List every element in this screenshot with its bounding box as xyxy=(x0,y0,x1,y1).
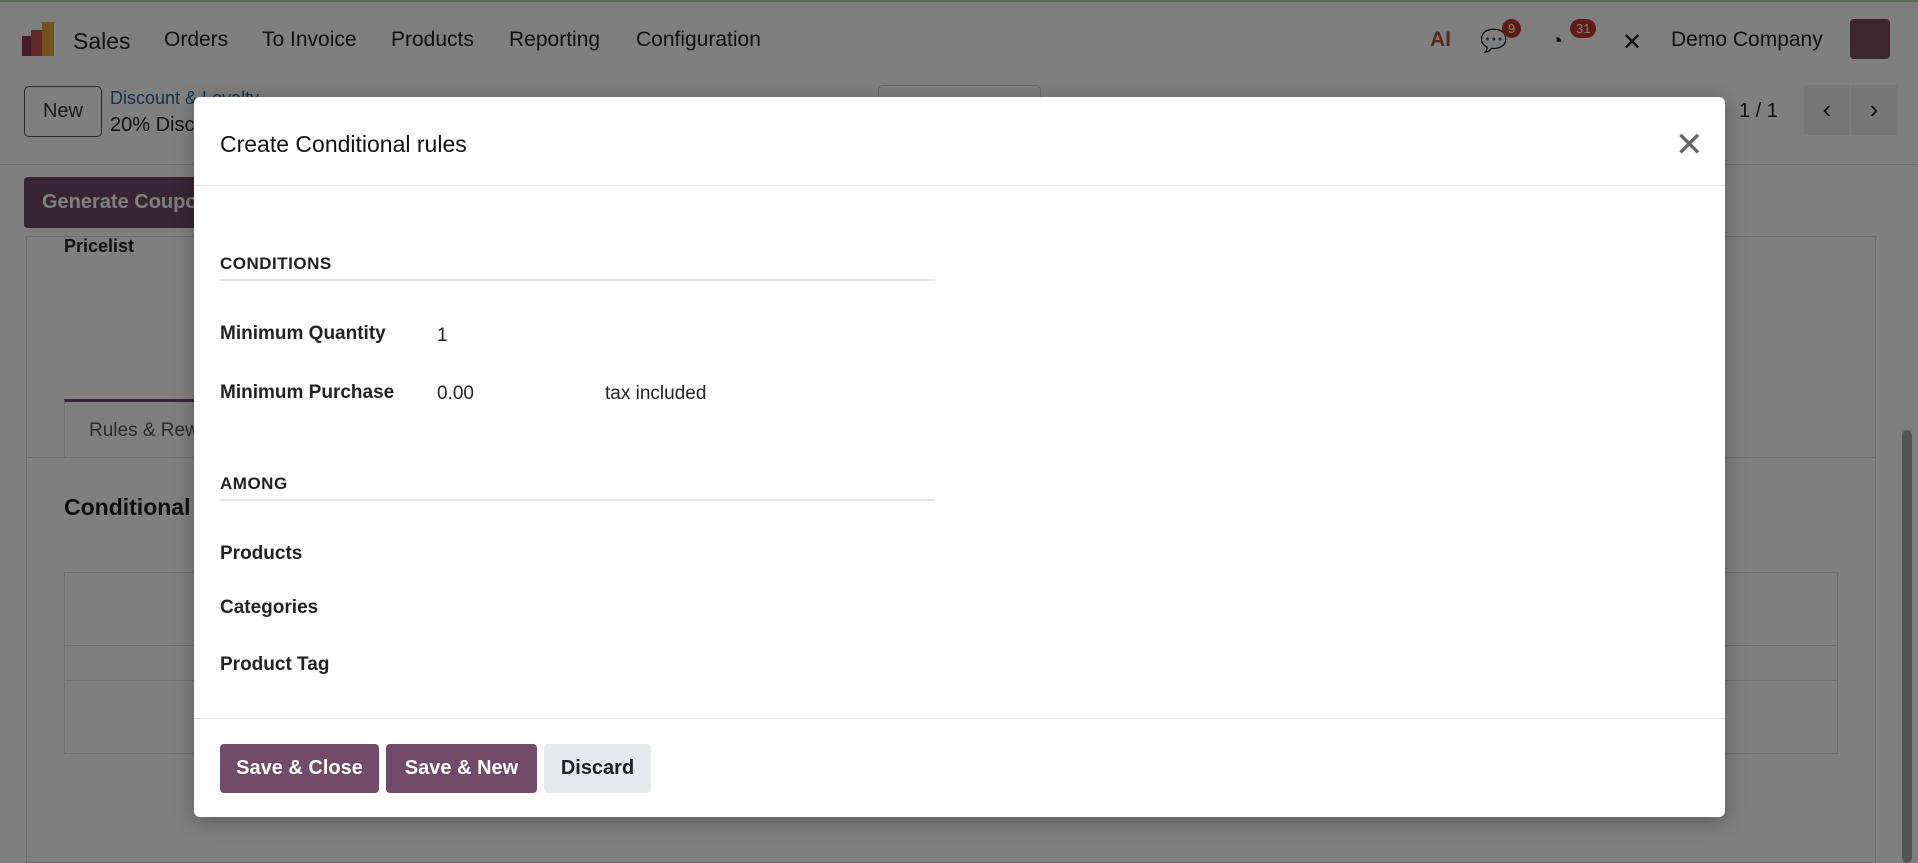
discard-button[interactable]: Discard xyxy=(544,744,651,793)
dialog-footer-divider xyxy=(194,718,1725,719)
product-tag-input[interactable] xyxy=(437,648,927,682)
min-purchase-input[interactable]: 0.00 xyxy=(437,383,474,405)
conditions-heading: CONDITIONS xyxy=(220,254,935,281)
save-new-button[interactable]: Save & New xyxy=(386,744,537,793)
min-qty-label: Minimum Quantity xyxy=(220,323,386,344)
products-input[interactable] xyxy=(437,537,927,571)
among-heading: AMONG xyxy=(220,474,935,501)
close-icon[interactable]: ✕ xyxy=(1675,125,1704,165)
min-qty-input[interactable]: 1 xyxy=(437,325,448,347)
products-label: Products xyxy=(220,543,303,564)
categories-input[interactable] xyxy=(437,591,927,625)
tax-mode-select[interactable]: tax included xyxy=(605,383,706,405)
dialog-title: Create Conditional rules xyxy=(220,131,467,157)
categories-label: Categories xyxy=(220,597,319,618)
min-purchase-label: Minimum Purchase xyxy=(220,382,395,403)
save-close-button[interactable]: Save & Close xyxy=(220,744,379,793)
product-tag-label: Product Tag xyxy=(220,654,330,675)
create-conditional-rules-dialog: Create Conditional rules ✕ CONDITIONS Mi… xyxy=(194,97,1725,817)
dialog-header: Create Conditional rules ✕ xyxy=(194,97,1725,186)
